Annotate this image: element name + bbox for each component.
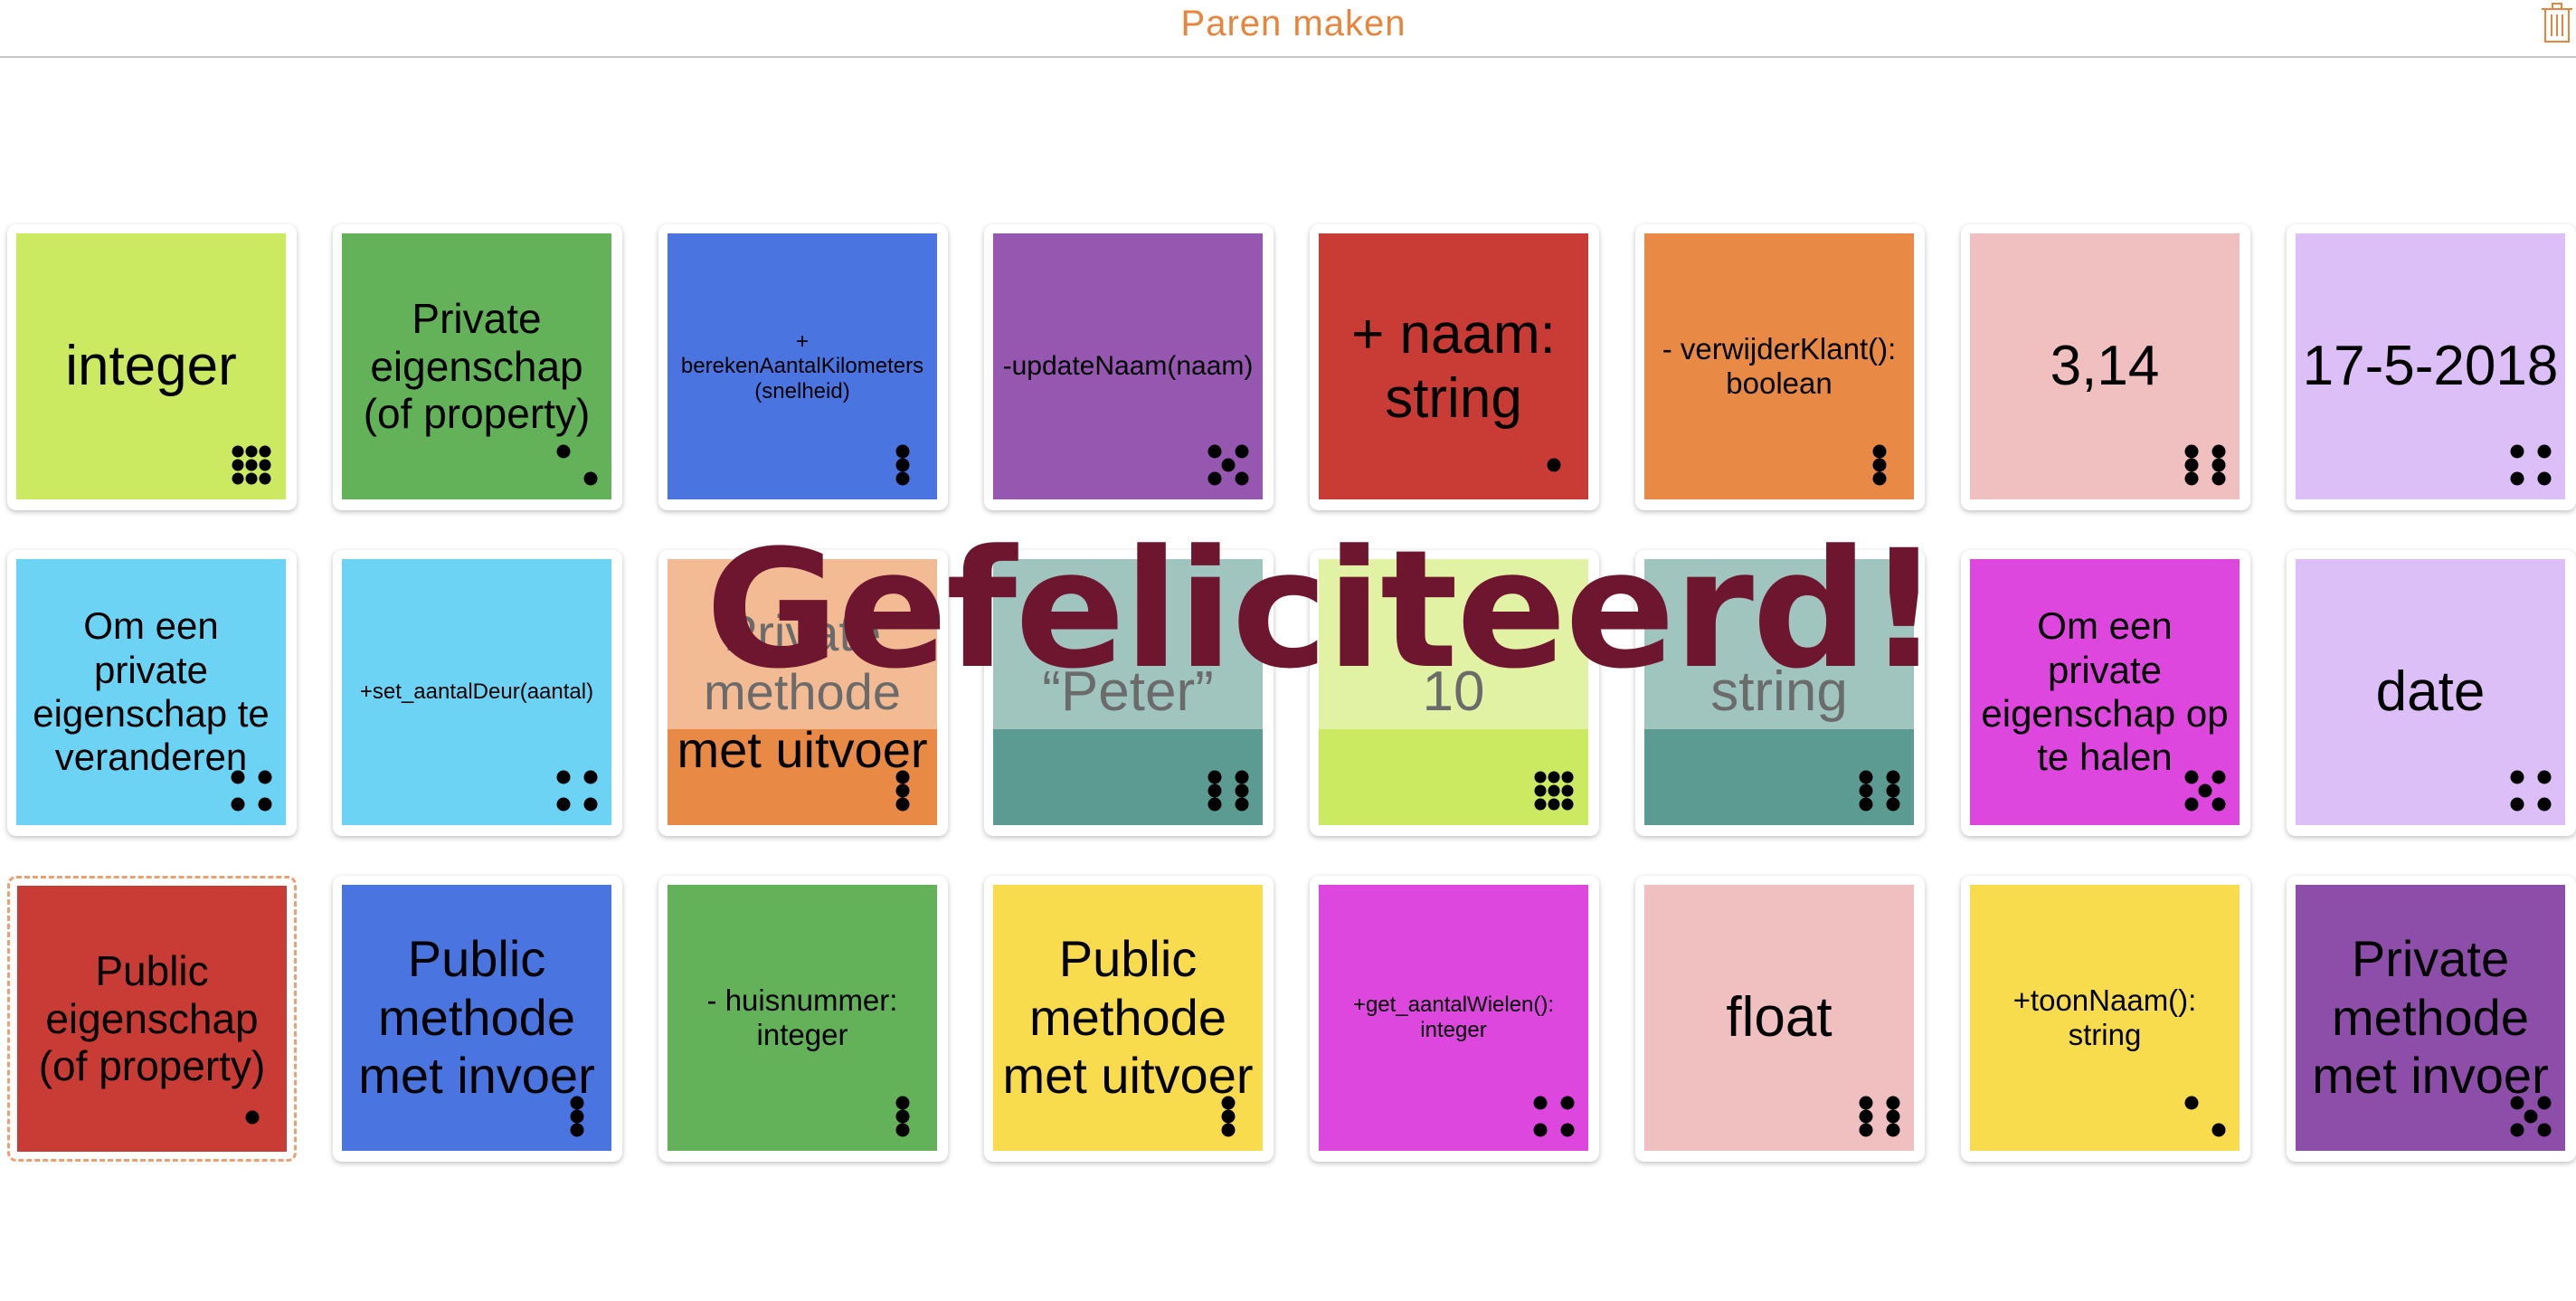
memory-card[interactable]: Private eigenschap (of property): [333, 224, 622, 510]
card-label: +set_aantalDeur(aantal): [359, 679, 594, 705]
page-title: Paren maken: [1180, 4, 1406, 43]
dice-pips-icon: [1208, 444, 1249, 486]
card-face: +get_aantalWielen(): integer: [1319, 885, 1588, 1151]
memory-card[interactable]: +toonNaam(): string: [1961, 876, 2250, 1162]
memory-card[interactable]: + berekenAantalKilometers (snelheid): [658, 224, 948, 510]
dice-pips-icon: [1221, 1096, 1236, 1137]
memory-card[interactable]: +set_aantalDeur(aantal): [333, 550, 622, 836]
dice-pips-icon: [1208, 770, 1249, 812]
card-label: date: [2375, 660, 2486, 724]
memory-card[interactable]: - huisnummer: integer: [658, 876, 948, 1162]
memory-card[interactable]: Private methode met invoer: [2287, 876, 2576, 1162]
dice-pips-icon: [1859, 770, 1900, 812]
card-face: - verwijderKlant(): boolean: [1644, 233, 1914, 499]
memory-card[interactable]: float: [1635, 876, 1925, 1162]
card-label: + naam: string: [1351, 302, 1556, 430]
card-face: Public methode met uitvoer: [993, 885, 1263, 1151]
card-face: + naam: string: [1319, 233, 1588, 499]
dice-pips-icon: [1547, 458, 1561, 472]
dice-pips-icon: [895, 770, 910, 812]
dice-pips-icon: [895, 444, 910, 486]
dice-pips-icon: [570, 1096, 584, 1137]
card-face: 17-5-2018: [2296, 233, 2565, 499]
dice-pips-icon: [2510, 770, 2552, 812]
card-label: float: [1726, 986, 1833, 1049]
card-face: integer: [16, 233, 286, 499]
card-label: Public methode met invoer: [358, 930, 595, 1105]
card-label: Public eigenschap (of property): [38, 946, 266, 1090]
card-label: Public methode met uitvoer: [1002, 930, 1254, 1105]
card-face: Private methode met invoer: [2296, 885, 2565, 1151]
dice-pips-icon: [895, 1096, 910, 1137]
trash-icon[interactable]: [2538, 0, 2576, 45]
memory-card[interactable]: + naam: string: [1310, 224, 1599, 510]
card-face: + berekenAantalKilometers (snelheid): [668, 233, 937, 499]
memory-card[interactable]: integer: [7, 224, 297, 510]
card-face: float: [1644, 885, 1914, 1151]
dice-pips-icon: [2184, 770, 2226, 812]
memory-card[interactable]: Om een private eigenschap te veranderen: [7, 550, 297, 836]
dice-pips-icon: [1859, 1096, 1900, 1137]
card-face: +set_aantalDeur(aantal): [342, 559, 611, 825]
memory-card[interactable]: 17-5-2018: [2287, 224, 2576, 510]
card-label: Private eigenschap (of property): [363, 294, 591, 438]
dice-pips-icon: [556, 770, 598, 812]
memory-card[interactable]: - verwijderKlant(): boolean: [1635, 224, 1925, 510]
card-label: 17-5-2018: [2302, 335, 2559, 398]
dice-pips-icon: [1533, 1096, 1575, 1137]
memory-card[interactable]: Public methode met invoer: [333, 876, 622, 1162]
dice-pips-icon: [2510, 444, 2552, 486]
dice-pips-icon: [2184, 444, 2226, 486]
card-face: Om een private eigenschap te veranderen: [16, 559, 286, 825]
card-label: Om een private eigenschap op te halen: [1981, 604, 2229, 779]
top-bar: Paren maken: [0, 0, 2576, 58]
card-label: - verwijderKlant(): boolean: [1662, 332, 1897, 400]
card-face: - huisnummer: integer: [668, 885, 937, 1151]
card-label: integer: [65, 335, 237, 398]
memory-card[interactable]: -updateNaam(naam): [984, 224, 1274, 510]
dice-pips-icon: [231, 770, 272, 812]
memory-card[interactable]: Public eigenschap (of property): [7, 876, 297, 1162]
card-face: Om een private eigenschap op te halen: [1970, 559, 2240, 825]
dice-pips-icon: [1872, 444, 1887, 486]
dice-pips-icon: [1534, 771, 1574, 811]
card-face: Private eigenschap (of property): [342, 233, 611, 499]
card-label: Om een private eigenschap te veranderen: [33, 604, 270, 779]
dice-pips-icon: [232, 445, 271, 485]
card-label: -updateNaam(naam): [1002, 350, 1254, 381]
card-label: + berekenAantalKilometers (snelheid): [680, 328, 924, 404]
congratulations-message: Gefeliciteerd!: [706, 516, 1941, 705]
card-label: - huisnummer: integer: [706, 983, 898, 1051]
card-face: +toonNaam(): string: [1970, 885, 2240, 1151]
card-label: +toonNaam(): string: [2012, 983, 2197, 1051]
memory-card[interactable]: +get_aantalWielen(): integer: [1310, 876, 1599, 1162]
card-face: date: [2296, 559, 2565, 825]
card-face: 3,14: [1970, 233, 2240, 499]
dice-pips-icon: [556, 444, 598, 486]
memory-card[interactable]: 3,14: [1961, 224, 2250, 510]
card-label: 3,14: [2050, 335, 2160, 398]
card-label: +get_aantalWielen(): integer: [1352, 992, 1555, 1042]
dice-pips-icon: [2184, 1096, 2226, 1137]
memory-card[interactable]: Public methode met uitvoer: [984, 876, 1274, 1162]
dice-pips-icon: [245, 1110, 260, 1125]
card-face: Public methode met invoer: [342, 885, 611, 1151]
card-face: -updateNaam(naam): [993, 233, 1263, 499]
card-label: Private methode met invoer: [2312, 930, 2549, 1105]
memory-card[interactable]: date: [2287, 550, 2576, 836]
card-face: Public eigenschap (of property): [17, 886, 287, 1152]
dice-pips-icon: [2510, 1096, 2552, 1137]
memory-card[interactable]: Om een private eigenschap op te halen: [1961, 550, 2250, 836]
